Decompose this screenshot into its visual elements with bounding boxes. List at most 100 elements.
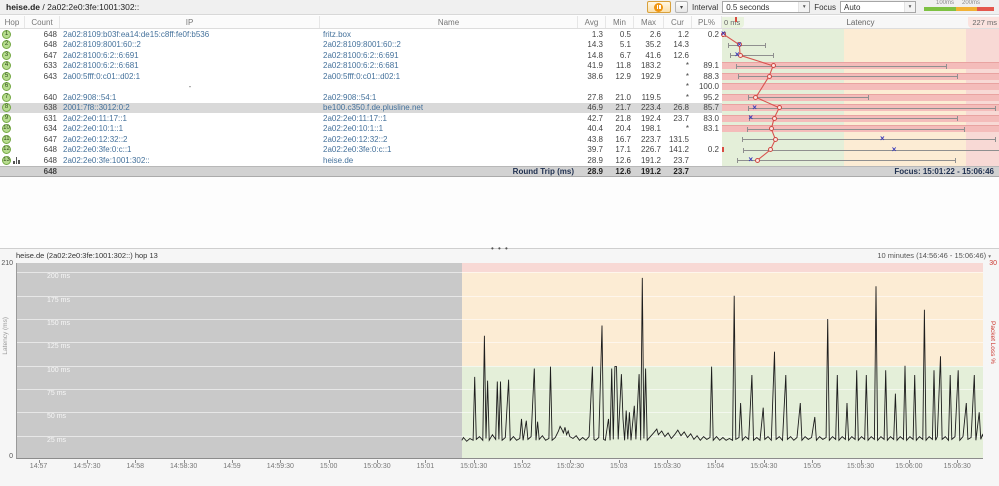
hop-row-11[interactable]: 11 647 2a02:2e0:12:32::2 2a02:2e0:12:32::2 4… <box>0 134 999 145</box>
cur-cell: 12.6 <box>673 50 689 60</box>
column-header-pl: PL% <box>692 16 722 28</box>
hop-number-badge: 8 <box>2 103 11 113</box>
latency-trace <box>461 277 983 442</box>
hop-row-4[interactable]: 4 633 2a02:8100:6:2::6:681 2a02:8100:6:2::6… <box>0 61 999 72</box>
time-tick-label: 15:06:00 <box>895 463 923 470</box>
target-address: / 2a02:2e0:3fe:1001:302:: <box>40 2 140 12</box>
column-header-avg: Avg <box>578 16 606 28</box>
name-cell: 2a02:8100:6:2::6:691 <box>323 50 399 60</box>
hop-row-9[interactable]: 9 631 2a02:2e0:11:17::1 2a02:2e0:11:17::1 42… <box>0 113 999 124</box>
summary-row: 648 Round Trip (ms) 28.9 12.6 191.2 23.7… <box>0 165 999 177</box>
time-tick-label: 14:57:30 <box>73 463 101 470</box>
interval-select[interactable]: 0.5 seconds ▾ <box>722 1 811 13</box>
timeline-title: heise.de (2a02:2e0:3fe:1001:302::) hop 1… <box>16 251 158 260</box>
cur-cell: * <box>685 124 689 134</box>
time-tick-label: 15:03:30 <box>653 463 681 470</box>
hop-number-badge: 7 <box>2 92 11 102</box>
max-cell: 223.7 <box>640 134 661 144</box>
ip-cell: 2a02:8100:6:2::6:681 <box>63 61 139 71</box>
latency-axis-label: Latency (ms) <box>2 317 9 355</box>
round-trip-label: Round Trip (ms) <box>512 166 574 176</box>
time-tick-label: 15:01 <box>416 463 435 470</box>
count-cell: 648 <box>43 155 57 165</box>
packet-loss-cell: 0.2 <box>707 145 719 155</box>
count-cell: 633 <box>43 61 57 71</box>
time-tick-label: 14:58:30 <box>169 463 198 470</box>
timeline-plot[interactable]: 25 ms 50 ms 75 ms 100 ms 125 ms 150 ms 175 ms 2… <box>16 263 983 459</box>
min-cell: 21.8 <box>615 113 631 123</box>
summary-count: 648 <box>43 166 57 176</box>
name-cell: 2a02:8100:6:2::6:681 <box>323 61 399 71</box>
time-range-select[interactable]: 10 minutes (14:56:46 - 15:06:46) ▾ <box>877 251 991 260</box>
hop-row-1[interactable]: 1 648 2a02:8109:b03f:ea14:de15:c8ff:fe0f:b… <box>0 29 999 40</box>
legend-100ms-label: 100ms <box>936 0 955 6</box>
hop-row-12[interactable]: 12 648 2a02:2e0:3fe:0:c::1 2a02:2e0:3fe:0:c… <box>0 145 999 156</box>
column-header-hop: Hop <box>0 16 25 28</box>
column-header-ip: IP <box>60 16 320 28</box>
packet-loss-cell: 85.7 <box>703 103 719 113</box>
ip-cell: 2a02:2e0:10:1::1 <box>63 124 124 134</box>
cur-cell: * <box>685 61 689 71</box>
ip-cell: 2001:7f8::3012:0:2 <box>63 103 130 113</box>
name-cell: 2a02:2e0:3fe:0:c::1 <box>323 145 392 155</box>
time-tick-label: 15:02:30 <box>556 463 585 470</box>
time-tick-label: 15:04 <box>706 463 725 470</box>
hop-number-badge: 11 <box>2 134 11 144</box>
hop-row-5[interactable]: 5 643 2a00:5fff:0:c01::d02:1 2a00:5fff:0:c0… <box>0 71 999 82</box>
hop-row-3[interactable]: 3 647 2a02:8100:6:2::6:691 2a02:8100:6:2::6… <box>0 50 999 61</box>
hop-cell: 13 <box>0 155 25 165</box>
splitter-handle[interactable]: • • • <box>491 244 509 253</box>
packet-loss-axis-label: Packet Loss % <box>989 321 996 364</box>
time-range-value: 10 minutes (14:56:46 - 15:06:46) <box>877 251 987 260</box>
hop-row-7[interactable]: 7 640 2a02:908::54:1 2a02:908::54:1 27.8 21.0… <box>0 92 999 103</box>
hop-row-10[interactable]: 10 634 2a02:2e0:10:1::1 2a02:2e0:10:1::1 40.… <box>0 124 999 135</box>
min-cell: 12.9 <box>615 71 631 81</box>
y-axis-max: 210 <box>1 260 13 267</box>
hop-cell: 6 <box>0 82 25 92</box>
ip-cell: 2a02:2e0:3fe:1001:302:: <box>63 155 150 165</box>
time-tick-label: 15:00 <box>319 463 338 470</box>
trace-table: Hop Count IP Name Avg Min Max Cur PL% 0 ms Laten… <box>0 16 999 177</box>
cur-cell: 23.7 <box>673 155 689 165</box>
chevron-down-icon: ▾ <box>904 2 915 12</box>
cur-cell: * <box>685 71 689 81</box>
chevron-down-icon: ▾ <box>798 2 810 12</box>
hop-cell: 1 <box>0 29 25 39</box>
hop-number-badge: 1 <box>2 29 11 39</box>
time-tick-label: 15:03 <box>609 463 628 470</box>
count-cell: 640 <box>43 92 57 102</box>
focus-select[interactable]: Auto ▾ <box>840 1 916 13</box>
hop-row-2[interactable]: 2 648 2a02:8109:8001:60::2 2a02:8109:8001:6… <box>0 40 999 51</box>
min-cell: 17.1 <box>615 145 631 155</box>
hop-row-13[interactable]: 13 648 2a02:2e0:3fe:1001:302:: heise.de 28.9… <box>0 155 999 166</box>
avg-cell: 40.4 <box>587 124 603 134</box>
interval-label: Interval <box>691 2 719 12</box>
time-tick-label: 15:04:30 <box>750 463 778 470</box>
pause-button[interactable] <box>646 1 671 13</box>
min-cell: 11.8 <box>616 61 631 71</box>
ip-cell: 2a00:5fff:0:c01::d02:1 <box>63 71 141 81</box>
ip-cell: 2a02:2e0:12:32::2 <box>63 134 128 144</box>
max-cell: 35.2 <box>645 40 661 50</box>
right-axis-max: 30 <box>989 260 997 267</box>
ip-cell: 2a02:8100:6:2::6:691 <box>63 50 139 60</box>
ip-cell: 2a02:8109:b03f:ea14:de15:c8ff:fe0f:b536 <box>63 29 210 39</box>
summary-max: 191.2 <box>640 166 661 176</box>
max-cell: 192.9 <box>640 71 661 81</box>
trace-menu-button[interactable]: ▾ <box>674 1 688 13</box>
time-tick-label: 15:00:30 <box>363 463 391 470</box>
avg-cell: 14.8 <box>587 50 603 60</box>
focus-range-label: Focus: 15:01:22 - 15:06:46 <box>894 166 994 176</box>
avg-cell: 41.9 <box>587 61 603 71</box>
hop-row-6[interactable]: 6 - * 100.0 <box>0 82 999 93</box>
min-cell: 21.7 <box>615 103 631 113</box>
max-cell: 41.6 <box>645 50 661 60</box>
ip-cell: 2a02:908::54:1 <box>63 92 117 102</box>
hop-number-badge: 5 <box>2 71 11 81</box>
hop-row-8[interactable]: 8 638 2001:7f8::3012:0:2 be100.c350.f.de.pl… <box>0 102 999 113</box>
time-tick-label: 14:59 <box>223 463 241 470</box>
count-cell: 647 <box>43 50 57 60</box>
name-cell: be100.c350.f.de.plusline.net <box>323 103 424 113</box>
summary-cur: 23.7 <box>673 166 689 176</box>
avg-cell: 38.6 <box>587 71 603 81</box>
